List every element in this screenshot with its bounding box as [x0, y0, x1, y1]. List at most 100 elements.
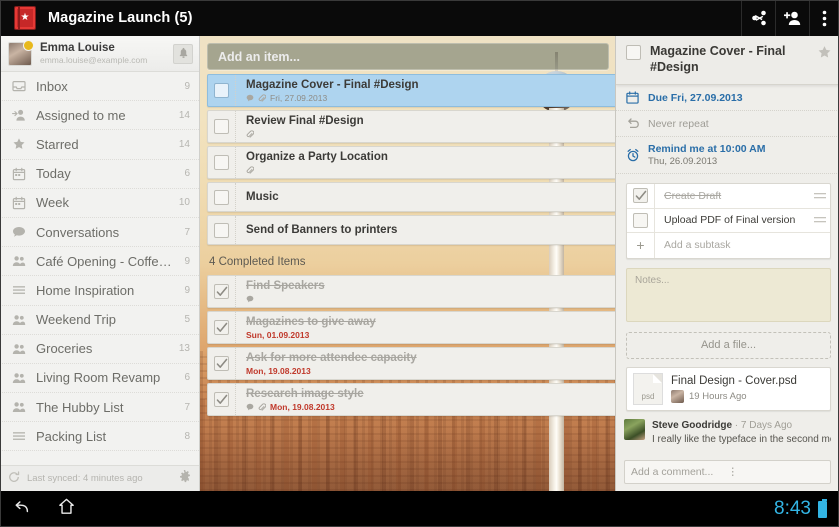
- task-checkbox[interactable]: [214, 119, 229, 134]
- sidebar-item-week[interactable]: Week 10: [0, 189, 199, 218]
- comment-item[interactable]: Steve Goodridge · 7 Days Ago I really li…: [624, 418, 831, 446]
- sidebar-item-count: 13: [178, 343, 190, 355]
- inbox-icon: [12, 79, 28, 93]
- completed-task-row[interactable]: Find Speakers: [207, 275, 624, 308]
- subtask-row[interactable]: Upload PDF of Final version: [627, 208, 830, 233]
- task-checkbox-cell[interactable]: [208, 384, 236, 415]
- system-navigation-bar: 8:43: [0, 491, 839, 527]
- home-button[interactable]: [44, 497, 88, 521]
- task-row[interactable]: Music: [207, 182, 624, 212]
- notes-field[interactable]: Notes...: [626, 267, 831, 322]
- completed-task-row[interactable]: Research image style Mon, 19.08.2013: [207, 383, 624, 416]
- comment-overflow-icon[interactable]: ⋮: [728, 467, 825, 478]
- profile-name: Emma Louise: [40, 41, 115, 54]
- subtask-checkbox-cell[interactable]: [627, 184, 655, 208]
- task-checkbox[interactable]: [214, 155, 229, 170]
- task-checkbox-cell[interactable]: [208, 348, 236, 379]
- bookmark-star-icon: ★: [14, 6, 36, 30]
- task-body: Music: [236, 183, 623, 211]
- clock: 8:43: [774, 498, 811, 519]
- sidebar-item-count: 7: [184, 401, 190, 413]
- sync-status-text: Last synced: 4 minutes ago: [27, 473, 143, 484]
- sidebar-item-conversations[interactable]: Conversations 7: [0, 218, 199, 248]
- sidebar-item-caf-opening-coffee-s[interactable]: Café Opening - Coffee S... 9: [0, 247, 199, 277]
- task-checkbox[interactable]: [214, 83, 229, 98]
- sidebar-item-weekend-trip[interactable]: Weekend Trip 5: [0, 306, 199, 335]
- task-title: Music: [246, 191, 279, 203]
- add-comment-input[interactable]: Add a comment... ⋮: [624, 460, 831, 484]
- sidebar-item-groceries[interactable]: Groceries 13: [0, 335, 199, 364]
- sidebar-item-count: 9: [184, 255, 190, 267]
- attachment-icon: [246, 129, 254, 139]
- task-row[interactable]: Send of Banners to printers: [207, 215, 624, 245]
- page-title: Magazine Launch (5): [48, 10, 193, 26]
- task-row[interactable]: Magazine Cover - Final #Design Fri, 27.09…: [207, 74, 624, 107]
- task-checkbox[interactable]: [214, 189, 229, 205]
- task-checkbox-checked[interactable]: [214, 284, 229, 299]
- sidebar-item-today[interactable]: Today 6: [0, 160, 199, 189]
- notifications-button[interactable]: [173, 43, 193, 64]
- detail-reminder-row[interactable]: Remind me at 10:00 AM Thu, 26.09.2013: [616, 137, 839, 174]
- add-file-button[interactable]: Add a file...: [626, 331, 831, 359]
- task-checkbox-cell[interactable]: [208, 147, 236, 178]
- subtask-row[interactable]: Create Draft: [627, 184, 830, 209]
- task-meta: Mon, 19.08.2013: [246, 366, 615, 376]
- task-checkbox-cell[interactable]: [208, 216, 236, 244]
- completed-task-row[interactable]: Ask for more attendee capacity Mon, 19.08…: [207, 347, 624, 380]
- subtask-card: Create Draft Upload PDF of Final version +…: [626, 183, 831, 259]
- drag-handle-icon[interactable]: [810, 216, 830, 224]
- profile-header[interactable]: Emma Louise emma.louise@example.com: [0, 36, 199, 72]
- detail-complete-checkbox[interactable]: [626, 45, 641, 60]
- task-checkbox-checked[interactable]: [214, 392, 229, 407]
- sidebar-item-home-inspiration[interactable]: Home Inspiration 9: [0, 276, 199, 306]
- people-icon: [12, 313, 28, 327]
- completed-task-row[interactable]: Magazines to give away Sun, 01.09.2013: [207, 311, 624, 344]
- task-checkbox-checked[interactable]: [214, 320, 229, 335]
- sidebar-item-packing-list[interactable]: Packing List 8: [0, 422, 199, 452]
- add-item-input[interactable]: Add an item...: [207, 43, 609, 70]
- star-icon: [12, 137, 28, 151]
- back-button[interactable]: [0, 498, 44, 521]
- share-icon: [751, 10, 767, 26]
- task-checkbox-cell[interactable]: [208, 276, 236, 307]
- sidebar-item-starred[interactable]: Starred 14: [0, 130, 199, 160]
- sidebar-item-the-hubby-list[interactable]: The Hubby List 7: [0, 393, 199, 423]
- sidebar-item-inbox[interactable]: Inbox 9: [0, 72, 199, 102]
- task-checkbox-cell[interactable]: [208, 312, 236, 343]
- add-person-button[interactable]: [775, 0, 809, 36]
- subtask-checkbox[interactable]: [633, 212, 648, 228]
- completed-items-header: 4 Completed Items: [209, 256, 306, 268]
- attachment-time: 19 Hours Ago: [689, 391, 747, 402]
- detail-due-text: Due Fri, 27.09.2013: [648, 91, 743, 104]
- psd-file-icon: psd: [633, 372, 663, 405]
- task-checkbox[interactable]: [214, 222, 229, 238]
- drag-handle-icon[interactable]: [810, 192, 830, 200]
- add-subtask-row[interactable]: + Add a subtask: [627, 233, 830, 258]
- star-icon[interactable]: [817, 45, 832, 65]
- detail-due-row[interactable]: Due Fri, 27.09.2013: [616, 85, 839, 111]
- task-row[interactable]: Organize a Party Location: [207, 146, 624, 179]
- task-checkbox-cell[interactable]: [208, 111, 236, 142]
- subtask-checkbox[interactable]: [633, 188, 648, 204]
- sidebar-item-count: 6: [184, 168, 190, 180]
- gear-icon[interactable]: [178, 469, 191, 488]
- task-checkbox-checked[interactable]: [214, 356, 229, 371]
- people-icon: [12, 254, 28, 268]
- comment-text: I really like the typeface in the second…: [652, 433, 831, 445]
- sidebar-item-count: 8: [184, 430, 190, 442]
- detail-repeat-row[interactable]: Never repeat: [616, 111, 839, 137]
- overflow-menu-button[interactable]: [809, 0, 839, 36]
- sidebar-item-living-room-revamp[interactable]: Living Room Revamp 6: [0, 364, 199, 394]
- share-button[interactable]: [741, 0, 775, 36]
- task-checkbox-cell[interactable]: [208, 183, 236, 211]
- subtask-checkbox-cell[interactable]: [627, 208, 655, 232]
- task-body: Send of Banners to printers: [236, 216, 623, 244]
- task-title: Send of Banners to printers: [246, 224, 398, 236]
- task-checkbox-cell[interactable]: [208, 75, 236, 106]
- attachment-card[interactable]: psd Final Design - Cover.psd 19 Hours Ag…: [626, 366, 831, 411]
- sidebar-item-assigned-to-me[interactable]: Assigned to me 14: [0, 101, 199, 131]
- add-comment-placeholder: Add a comment...: [631, 466, 714, 478]
- avatar: [8, 39, 34, 66]
- task-row[interactable]: Review Final #Design: [207, 110, 624, 143]
- notes-placeholder: Notes...: [635, 274, 670, 286]
